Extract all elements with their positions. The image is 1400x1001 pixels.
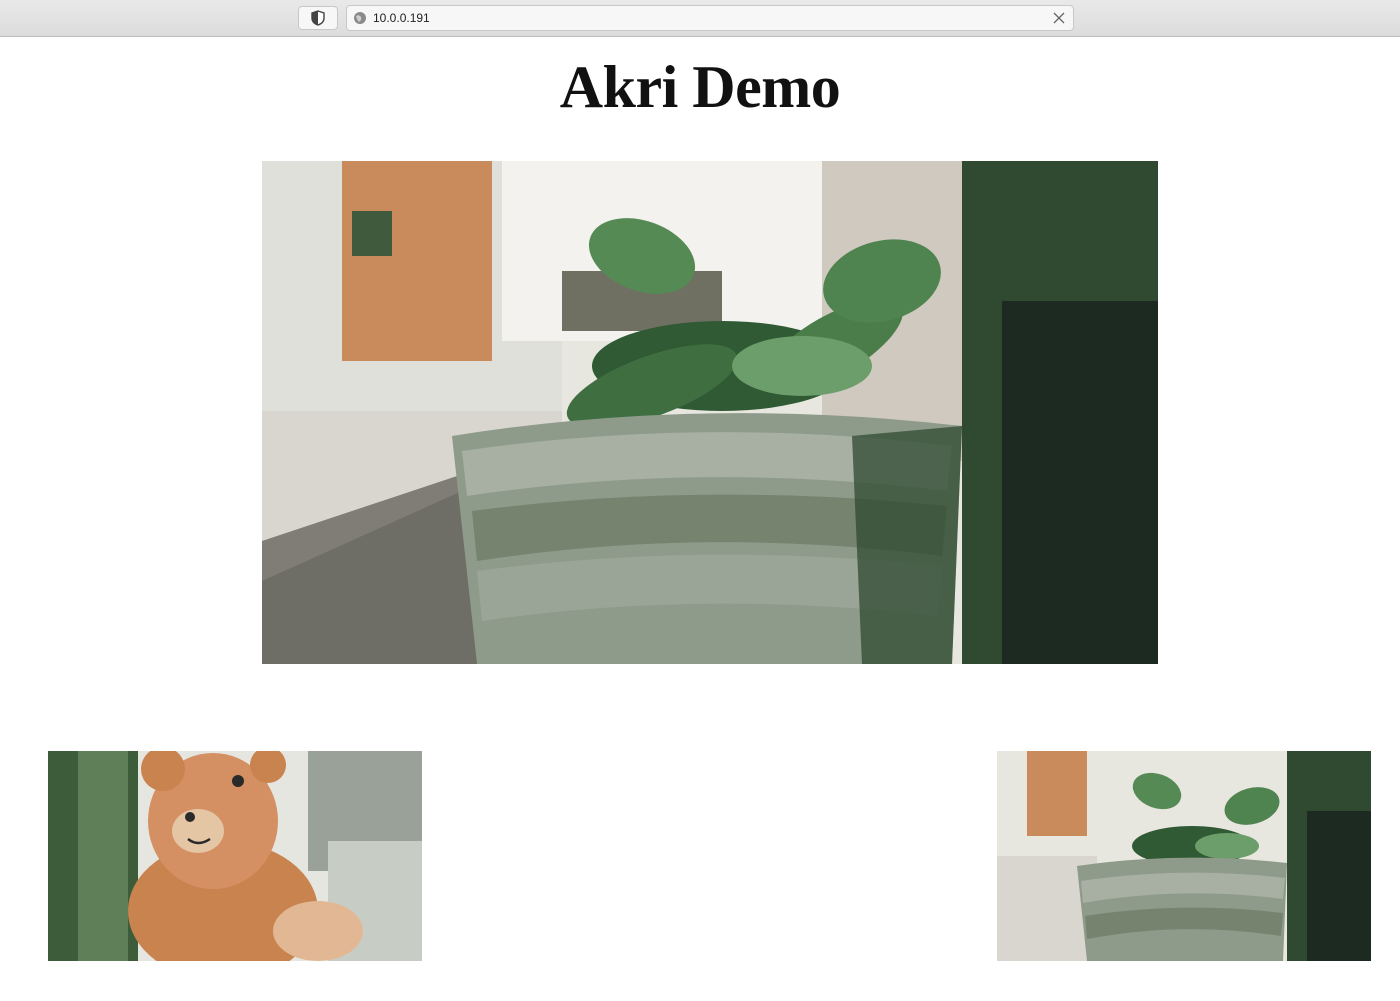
- page-title: Akri Demo: [559, 54, 841, 120]
- camera-feed-main: [262, 161, 1158, 664]
- globe-icon: [353, 11, 367, 25]
- browser-toolbar: 10.0.0.191: [0, 0, 1400, 37]
- shield-icon[interactable]: [298, 6, 338, 30]
- close-icon[interactable]: [1051, 10, 1067, 26]
- camera-feed-teddy-bear: [48, 751, 422, 961]
- camera-feed-plant: [997, 751, 1371, 961]
- url-text: 10.0.0.191: [373, 11, 430, 25]
- address-bar[interactable]: 10.0.0.191: [346, 5, 1074, 31]
